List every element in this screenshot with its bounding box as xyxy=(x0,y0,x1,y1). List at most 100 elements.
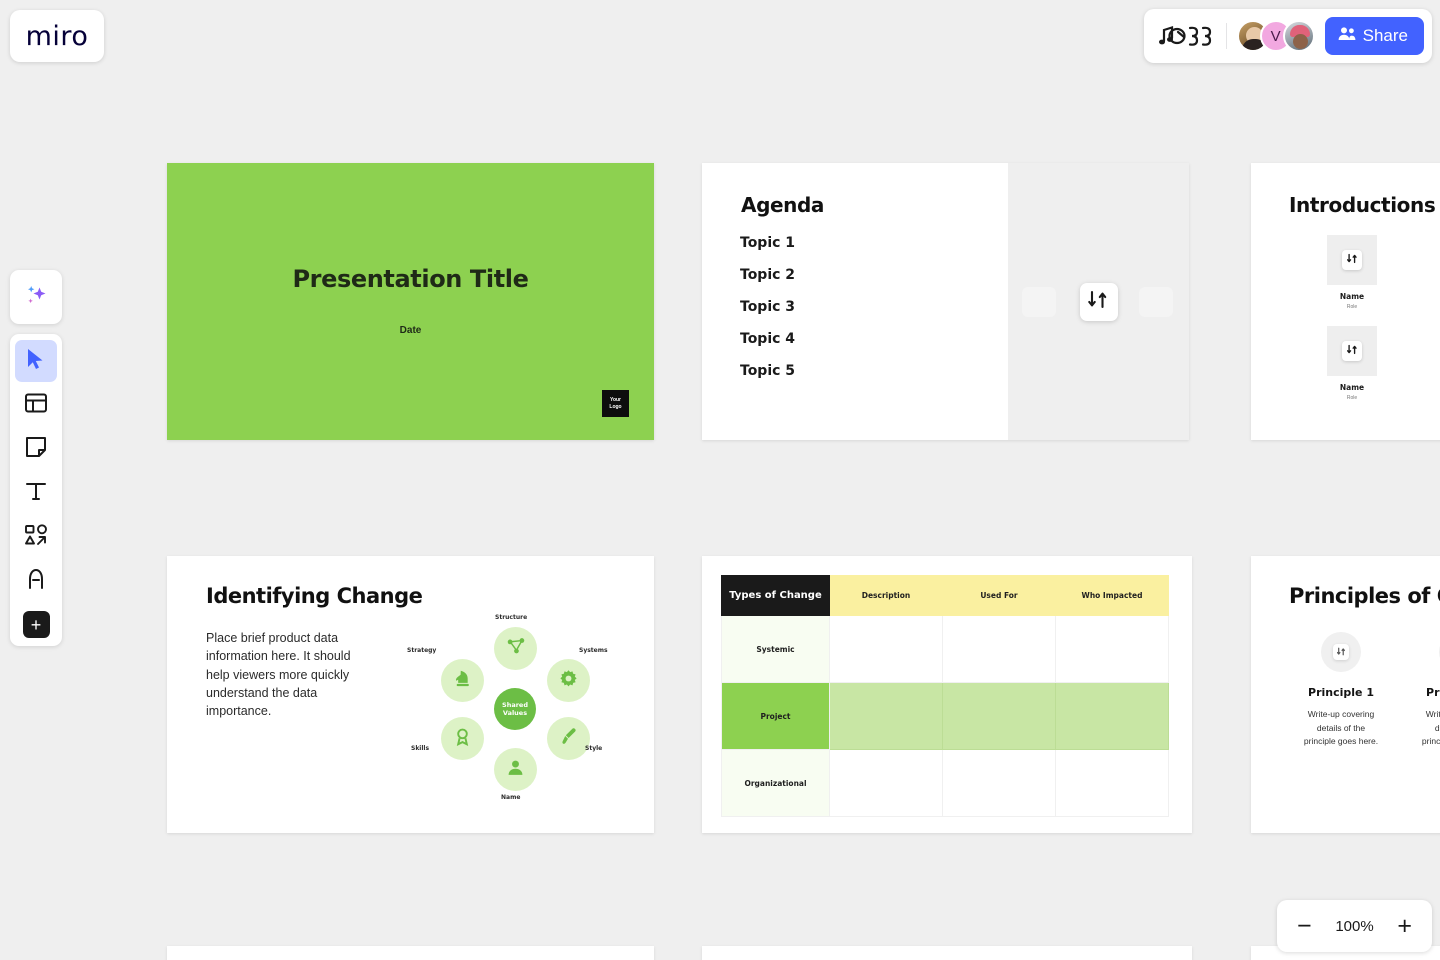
slide-identifying-change[interactable]: Identifying Change Place brief product d… xyxy=(167,556,654,833)
table-cell[interactable] xyxy=(829,615,943,683)
table-cell[interactable] xyxy=(1055,749,1169,817)
agenda-topic: Topic 5 xyxy=(740,363,796,379)
shapes-button[interactable] xyxy=(15,516,57,558)
identifying-change-title: Identifying Change xyxy=(206,584,423,608)
principle-title: Principle 2 xyxy=(1426,686,1440,699)
wheel-node-skills xyxy=(441,717,484,760)
image-swap-icon xyxy=(1346,342,1358,360)
center-label-line2: Values xyxy=(502,709,528,717)
principle-card[interactable]: Principle 2 Write-up covering details of… xyxy=(1419,632,1440,749)
music-doodle-icon[interactable] xyxy=(1158,21,1216,51)
slide-partial-bottom-center[interactable] xyxy=(702,946,1192,960)
table-row[interactable]: Organizational xyxy=(721,749,1169,817)
plus-icon: + xyxy=(30,614,42,635)
share-button-label: Share xyxy=(1362,26,1408,45)
person-card[interactable]: Name Role xyxy=(1423,235,1440,310)
people-icon xyxy=(1338,26,1356,46)
wheel-label-name: Name xyxy=(501,794,521,801)
network-icon xyxy=(506,636,526,661)
person-icon xyxy=(506,758,525,782)
introductions-grid: Name Role Name Role xyxy=(1303,235,1440,401)
image-swap-button[interactable] xyxy=(1333,644,1349,660)
table-row[interactable]: Systemic xyxy=(721,615,1169,683)
slide-partial-bottom-left[interactable] xyxy=(167,946,654,960)
wheel-node-style xyxy=(547,717,590,760)
board-canvas[interactable]: miro V Share + Presentation Title Date Y… xyxy=(0,0,1440,960)
slide-presentation-title[interactable]: Presentation Title Date Your Logo xyxy=(167,163,654,440)
person-photo-placeholder[interactable] xyxy=(1327,326,1377,376)
image-swap-icon xyxy=(1088,289,1109,315)
share-button[interactable]: Share xyxy=(1324,17,1424,55)
templates-button[interactable] xyxy=(15,384,57,426)
table-column-header: Used For xyxy=(942,575,1056,616)
wheel-label-strategy: Strategy xyxy=(407,647,437,654)
table-row-label: Systemic xyxy=(721,615,830,683)
agenda-title: Agenda xyxy=(741,193,825,217)
sticky-note-icon xyxy=(24,435,48,464)
principle-icon-placeholder[interactable] xyxy=(1321,632,1361,672)
miro-logo[interactable]: miro xyxy=(10,10,104,62)
agenda-image-placeholder[interactable] xyxy=(1008,163,1189,440)
table-corner-header: Types of Change xyxy=(721,575,830,616)
zoom-out-button[interactable]: − xyxy=(1297,913,1312,939)
slide-principles-of-change[interactable]: Principles of Cha Principle 1 Write-up c… xyxy=(1251,556,1440,833)
pen-button[interactable] xyxy=(15,560,57,602)
toolbar-divider xyxy=(1225,23,1227,49)
table-cell[interactable] xyxy=(942,749,1056,817)
person-name: Name xyxy=(1423,292,1440,301)
table-row[interactable]: Project xyxy=(721,682,1169,750)
table-column-header: Who Impacted xyxy=(1055,575,1169,616)
zoom-in-button[interactable]: + xyxy=(1397,913,1412,939)
zoom-control: − 100% + xyxy=(1277,900,1432,952)
agenda-topic: Topic 3 xyxy=(740,299,796,315)
table-header-row: Types of Change Description Used For Who… xyxy=(721,575,1169,616)
principles-row: Principle 1 Write-up covering details of… xyxy=(1301,632,1440,749)
slide-agenda[interactable]: Agenda Topic 1 Topic 2 Topic 3 Topic 4 T… xyxy=(702,163,1189,440)
principle-card[interactable]: Principle 1 Write-up covering details of… xyxy=(1301,632,1381,749)
avatar[interactable] xyxy=(1282,20,1315,52)
image-swap-button[interactable] xyxy=(1079,282,1118,321)
principles-title: Principles of Cha xyxy=(1289,584,1440,608)
image-swap-button[interactable] xyxy=(1342,341,1362,361)
person-role: Role xyxy=(1346,304,1358,310)
ai-sparkle-button[interactable] xyxy=(10,270,62,324)
pen-icon xyxy=(24,567,48,596)
center-label-line1: Shared xyxy=(502,700,528,709)
table-cell[interactable] xyxy=(1055,615,1169,683)
slide-types-of-change[interactable]: Types of Change Description Used For Who… xyxy=(702,556,1192,833)
table-cell[interactable] xyxy=(942,682,1056,750)
seven-s-wheel-diagram: Shared Values Structure Systems Style Na… xyxy=(407,614,623,804)
slide-introductions[interactable]: Introductions Name Role Name Role xyxy=(1251,163,1440,440)
medal-icon xyxy=(453,727,472,751)
person-photo-placeholder[interactable] xyxy=(1327,235,1377,285)
table-cell[interactable] xyxy=(1055,682,1169,750)
table-cell[interactable] xyxy=(829,682,943,750)
person-role: Role xyxy=(1346,395,1358,401)
person-card[interactable]: Name Role xyxy=(1303,326,1401,401)
ai-sparkle-icon xyxy=(22,281,50,314)
table-cell[interactable] xyxy=(942,615,1056,683)
person-card[interactable]: Name Role xyxy=(1423,326,1440,401)
agenda-topic: Topic 2 xyxy=(740,267,796,283)
wheel-node-systems xyxy=(547,659,590,702)
presentation-date-text: Date xyxy=(399,325,422,336)
text-icon xyxy=(24,479,48,508)
image-swap-button[interactable] xyxy=(1342,250,1362,270)
presentation-title-text: Presentation Title xyxy=(292,265,529,293)
logo-badge-line2: Logo xyxy=(609,403,622,410)
wheel-node-structure xyxy=(494,627,537,670)
select-cursor-button[interactable] xyxy=(15,340,57,382)
person-role: Role xyxy=(1423,304,1440,310)
identifying-change-body: Place brief product data information her… xyxy=(206,631,351,718)
person-name: Name xyxy=(1423,383,1440,392)
more-apps-button[interactable]: + xyxy=(22,611,50,638)
left-toolbar: + xyxy=(10,334,62,646)
person-card[interactable]: Name Role xyxy=(1303,235,1401,310)
table-cell[interactable] xyxy=(829,749,943,817)
wheel-node-strategy xyxy=(441,659,484,702)
miro-logo-text: miro xyxy=(25,20,89,52)
types-of-change-table: Types of Change Description Used For Who… xyxy=(721,575,1169,817)
wheel-label-systems: Systems xyxy=(579,647,608,654)
text-button[interactable] xyxy=(15,472,57,514)
sticky-note-button[interactable] xyxy=(15,428,57,470)
